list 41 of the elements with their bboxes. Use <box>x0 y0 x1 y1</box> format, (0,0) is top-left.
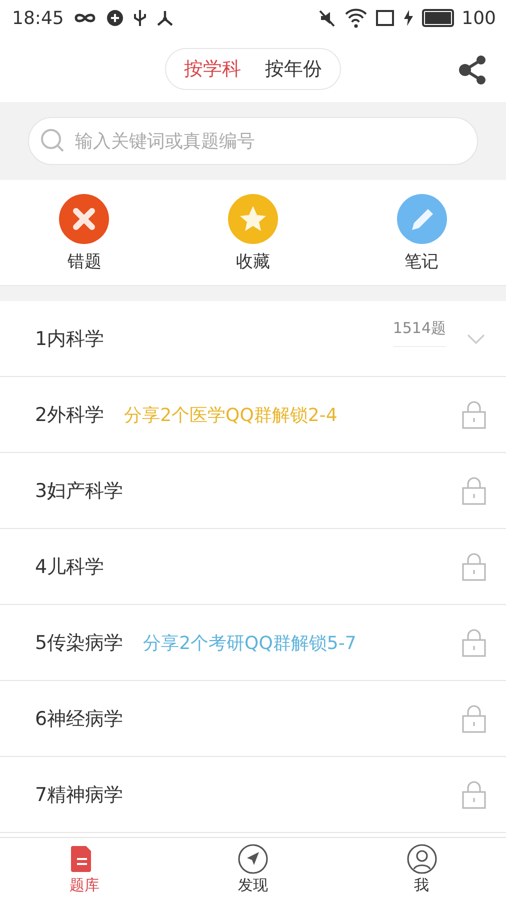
search-icon <box>40 128 66 154</box>
mute-icon <box>318 9 336 27</box>
status-time: 18:45 <box>12 8 64 28</box>
compass-icon <box>238 844 268 874</box>
tab[interactable]: 按年份 <box>253 56 334 82</box>
subject-name: 7精神病学 <box>35 782 124 808</box>
wifi-icon <box>344 7 368 29</box>
subject-row[interactable]: 7精神病学 <box>0 757 506 833</box>
subject-row[interactable]: 3妇产科学 <box>0 453 506 529</box>
shortcut-label[interactable]: 错题 <box>67 250 102 273</box>
subject-name: 4儿科学 <box>35 554 104 580</box>
chevron-down-icon[interactable] <box>466 332 486 344</box>
note-icon[interactable] <box>396 194 447 244</box>
share-icon[interactable] <box>458 55 486 85</box>
subject-row[interactable]: 6神经病学 <box>0 681 506 757</box>
question-count: 1514题 <box>392 318 446 346</box>
subject-row[interactable]: 5传染病学 分享2个考研QQ群解锁5-7 <box>0 605 506 681</box>
battery-icon <box>422 9 454 27</box>
subject-name: 5传染病学 <box>35 630 124 656</box>
subject-name: 3妇产科学 <box>35 478 124 504</box>
wrong-icon[interactable] <box>59 194 110 244</box>
nav-tab[interactable]: 题库 <box>0 838 169 900</box>
user-icon <box>406 844 437 874</box>
shortcut-label[interactable]: 收藏 <box>236 250 270 273</box>
charging-icon <box>402 9 414 27</box>
favorite-icon[interactable] <box>228 194 278 244</box>
usb-icon <box>132 9 148 27</box>
shortcut-label[interactable]: 笔记 <box>404 250 439 273</box>
network-icon <box>156 9 174 27</box>
subject-name: 2外科学 <box>35 402 104 428</box>
nav-tab[interactable]: 我 <box>337 838 506 900</box>
battery-level: 100 <box>462 8 496 28</box>
subject-row[interactable]: 1内科学 1514题 <box>0 301 506 377</box>
subject-name: 1内科学 <box>35 326 104 352</box>
search-field[interactable]: 输入关键词或真题编号 <box>28 117 478 165</box>
subject-row[interactable]: 4儿科学 <box>0 529 506 605</box>
subject-name: 6神经病学 <box>35 706 124 732</box>
screen-icon <box>376 9 394 27</box>
nav-tab[interactable]: 发现 <box>168 838 338 900</box>
tab[interactable]: 按学科 <box>172 56 253 82</box>
subject-row[interactable]: 2外科学 分享2个医学QQ群解锁2-4 <box>0 377 506 453</box>
